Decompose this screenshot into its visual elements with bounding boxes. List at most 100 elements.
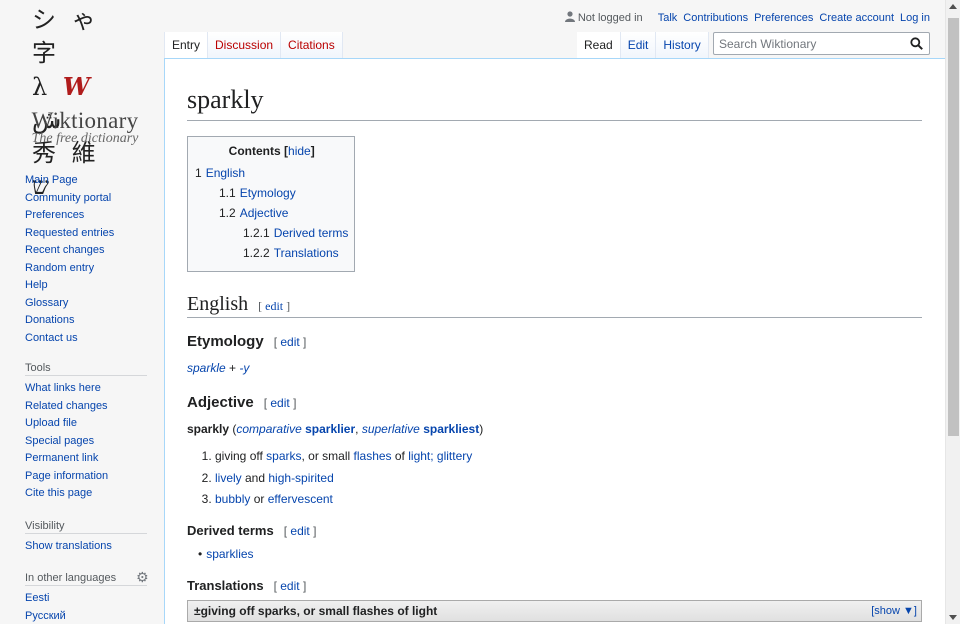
section-adjective: Adjective [ edit ] [187,393,922,413]
sidebar-item-related-changes[interactable]: Related changes [25,398,147,416]
tab-citations[interactable]: Citations [281,32,343,59]
superlative-label: superlative [361,422,420,436]
sidebar-item-cite-this-page[interactable]: Cite this page [25,485,147,503]
sense-link[interactable]: ; [430,449,437,463]
tools-heading: Tools [25,360,147,376]
sense-link[interactable]: high-spirited [268,471,333,485]
sidebar-item-main-page[interactable]: Main Page [25,172,150,190]
sidebar-visibility: Visibility Show translations [25,518,147,556]
search-icon[interactable] [910,37,923,50]
superlative-link[interactable]: sparkliest [423,422,479,436]
language-link[interactable]: Eesti [25,590,147,608]
derived-term-item: sparklies [198,544,922,564]
tab-discussion[interactable]: Discussion [208,32,282,59]
sidebar-item-community-portal[interactable]: Community portal [25,190,150,208]
edit-link[interactable]: edit [290,524,309,538]
sense-link[interactable]: lively [215,471,242,485]
sense-text: of [391,449,409,463]
sidebar-navigation: Main Page Community portal Preferences Requ… [25,172,150,347]
toc-entry[interactable]: 1.1 Etymology [195,183,348,203]
sidebar-item-recent-changes[interactable]: Recent changes [25,242,150,260]
edit-section: [ edit ] [273,335,307,349]
sidebar-tools: Tools What links here Related changes Uplo… [25,360,147,503]
sense-link[interactable]: effervescent [268,492,333,506]
section-english-title: English [187,293,249,315]
table-of-contents: Contents [hide] 1 English 1.1 Etymology 1.2 A… [187,136,356,272]
sidebar-item-special-pages[interactable]: Special pages [25,433,147,451]
sidebar-item-preferences[interactable]: Preferences [25,207,150,225]
derived-terms-list: sparklies [198,544,922,564]
sidebar-item-random-entry[interactable]: Random entry [25,260,150,278]
personal-link-preferences[interactable]: Preferences [754,12,813,24]
toc-link-etymology[interactable]: Etymology [240,186,296,200]
tab-history[interactable]: History [656,32,709,59]
comparative-link[interactable]: sparklier [305,422,355,436]
sense-item: giving off sparks, or small flashes of l… [215,446,922,468]
derived-term-link[interactable]: sparklies [206,547,253,561]
toc-link-english[interactable]: English [206,166,245,180]
sense-link[interactable]: sparks [266,449,301,463]
vertical-scrollbar[interactable] [945,0,960,624]
sidebar-item-what-links-here[interactable]: What links here [25,380,147,398]
toc-hide-link[interactable]: hide [288,144,311,158]
sense-link[interactable]: glittery [437,449,472,463]
site-logo[interactable]: シ ゃ 字 λ W ش 秀 維 ש Wiktionary The free di… [18,4,146,200]
sidebar-item-help[interactable]: Help [25,277,150,295]
personal-link-create-account[interactable]: Create account [819,12,894,24]
etymology-link-sparkle[interactable]: sparkle [187,361,226,375]
etymology-text: sparkle + -y [187,358,922,378]
comparative-label: comparative [236,422,302,436]
sidebar-item-donations[interactable]: Donations [25,312,150,330]
scrollbar-thumb[interactable] [948,18,959,436]
section-adjective-title: Adjective [187,394,254,411]
edit-link[interactable]: edit [280,335,299,349]
sidebar-item-page-information[interactable]: Page information [25,468,147,486]
translation-table-header[interactable]: ±giving off sparks, or small flashes of … [187,599,922,622]
section-derived-terms: Derived terms [ edit ] [187,522,922,540]
gear-icon[interactable]: ⚙ [136,570,149,584]
scroll-up-arrow-icon[interactable] [949,4,957,9]
sidebar-item-requested-entries[interactable]: Requested entries [25,225,150,243]
toc-link-derived-terms[interactable]: Derived terms [274,226,349,240]
sense-link[interactable]: flashes [354,449,392,463]
sense-item: lively and high-spirited [215,468,922,490]
toc-link-adjective[interactable]: Adjective [240,206,289,220]
show-translations-toggle[interactable]: [show ▼] [871,601,917,621]
sense-link[interactable]: light [408,449,430,463]
content-area: sparkly Contents [hide] 1 English 1.1 Etymo… [164,58,945,624]
view-tabs: Read Edit History [577,32,709,59]
toc-entry[interactable]: 1.2 Adjective [195,203,348,223]
toc-entry[interactable]: 1 English [195,163,348,183]
user-icon [564,11,575,22]
sidebar-item-glossary[interactable]: Glossary [25,295,150,313]
search-input[interactable] [714,33,904,54]
tab-entry[interactable]: Entry [164,32,209,59]
edit-section: [ edit ] [263,396,297,410]
toc-number: 1.2.1 [243,226,270,240]
sense-link[interactable]: bubbly [215,492,250,506]
edit-link[interactable]: edit [280,579,299,593]
sidebar-item-show-translations[interactable]: Show translations [25,538,147,556]
language-link[interactable]: Русский [25,608,147,624]
toc-number: 1.1 [219,186,236,200]
edit-link[interactable]: edit [265,299,283,313]
personal-link-contributions[interactable]: Contributions [683,12,748,24]
toc-entry[interactable]: 1.2.1 Derived terms [195,223,348,243]
toc-entry[interactable]: 1.2.2 Translations [195,243,348,263]
section-english: English [ edit ] [187,292,922,318]
logo-w-glyph: W [62,72,94,101]
page-title: sparkly [187,83,922,121]
sidebar-item-permanent-link[interactable]: Permanent link [25,450,147,468]
toc-link-translations[interactable]: Translations [274,246,339,260]
sidebar-item-contact-us[interactable]: Contact us [25,330,150,348]
tab-read[interactable]: Read [577,32,621,59]
personal-link-log-in[interactable]: Log in [900,12,930,24]
edit-link[interactable]: edit [270,396,289,410]
tab-edit[interactable]: Edit [620,32,657,59]
sidebar-item-upload-file[interactable]: Upload file [25,415,147,433]
etymology-link-y[interactable]: -y [239,361,249,375]
personal-link-talk[interactable]: Talk [658,12,678,24]
scroll-down-arrow-icon[interactable] [949,615,957,620]
section-etymology-title: Etymology [187,333,264,350]
personal-tools: Not logged in Talk Contributions Preferenc… [564,10,930,24]
